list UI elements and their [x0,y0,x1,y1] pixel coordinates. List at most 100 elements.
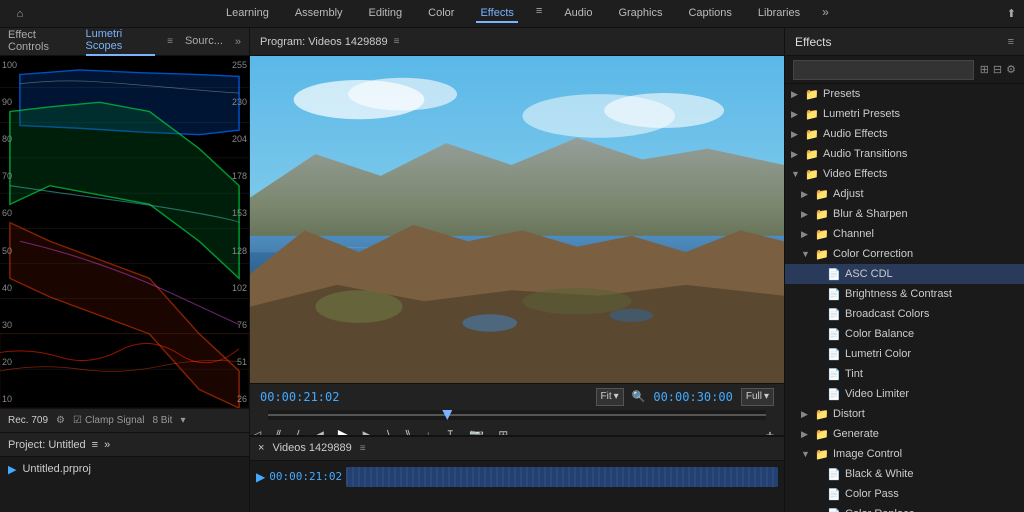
scope-labels-right: 255 230 204 178 153 128 102 76 51 26 [232,56,247,408]
scope-label-255: 255 [232,60,247,70]
scope-label-80: 80 [2,134,17,144]
video-frame [250,56,784,383]
lumetri-presets-label: Lumetri Presets [823,108,900,120]
tree-item-lumetri-color[interactable]: 📄 Lumetri Color [785,344,1024,364]
adjust-folder-icon: 📁 [815,188,829,201]
audio-transitions-label: Audio Transitions [823,148,907,160]
clip-bar-fill [346,467,778,487]
fit-dropdown[interactable]: Fit ▾ [596,388,624,406]
tree-item-video-effects[interactable]: ▼ 📁 Video Effects [785,164,1024,184]
menu-item-color[interactable]: Color [424,5,458,23]
scope-label-50: 50 [2,246,17,256]
video-limiter-label: Video Limiter [845,388,909,400]
menu-items: Learning Assembly Editing Color Effects … [44,5,1007,23]
tree-item-tint[interactable]: 📄 Tint [785,364,1024,384]
export-icon[interactable]: ⬆ [1007,7,1016,20]
clamp-signal-checkbox[interactable]: ☑ Clamp Signal [73,415,144,426]
tree-item-audio-transitions[interactable]: ▶ 📁 Audio Transitions [785,144,1024,164]
video-effects-label: Video Effects [823,168,887,180]
generate-label: Generate [833,428,879,440]
tree-item-adjust[interactable]: ▶ 📁 Adjust [785,184,1024,204]
scope-label-153: 153 [232,208,247,218]
blur-sharpen-label: Blur & Sharpen [833,208,908,220]
effects-search-input[interactable] [793,60,974,80]
current-time-code: 00:00:21:02 [260,390,339,404]
adjust-label: Adjust [833,188,864,200]
scope-settings-icon[interactable]: ⚙ [56,415,65,426]
timeline-menu-icon[interactable]: ≡ [360,443,366,454]
program-title: Program: Videos 1429889 [260,36,388,48]
tab-effect-controls[interactable]: Effect Controls [8,29,74,55]
channel-label: Channel [833,228,874,240]
top-menu-bar: ⌂ Learning Assembly Editing Color Effect… [0,0,1024,28]
menu-expand-icon[interactable]: » [822,5,829,23]
color-correction-label: Color Correction [833,248,913,260]
home-icon[interactable]: ⌂ [8,2,32,26]
scope-label-51: 51 [232,357,247,367]
timeline-play-cursor: ▶ [256,470,265,484]
menu-item-assembly[interactable]: Assembly [291,5,347,23]
tree-item-distort[interactable]: ▶ 📁 Distort [785,404,1024,424]
playback-timeline[interactable] [268,410,766,420]
tree-item-broadcast-colors[interactable]: 📄 Broadcast Colors [785,304,1024,324]
tree-item-lumetri-presets[interactable]: ▶ 📁 Lumetri Presets [785,104,1024,124]
audio-transitions-folder-icon: 📁 [805,148,819,161]
tree-item-audio-effects[interactable]: ▶ 📁 Audio Effects [785,124,1024,144]
menu-item-libraries[interactable]: Libraries [754,5,804,23]
menu-item-captions[interactable]: Captions [684,5,735,23]
menu-right-controls: ⬆ [1007,7,1016,20]
video-preview [250,56,784,383]
tree-item-color-replace[interactable]: 📄 Color Replace [785,504,1024,512]
tree-item-video-limiter[interactable]: 📄 Video Limiter [785,384,1024,404]
project-menu-icon[interactable]: ≡ [92,439,98,451]
brightness-contrast-file-icon: 📄 [827,288,841,301]
tree-item-blur-sharpen[interactable]: ▶ 📁 Blur & Sharpen [785,204,1024,224]
black-white-label: Black & White [845,468,913,480]
tab-lumetri-scopes[interactable]: Lumetri Scopes [86,28,156,56]
audio-transitions-arrow: ▶ [791,149,801,160]
menu-item-graphics[interactable]: Graphics [614,5,666,23]
scope-label-128: 128 [232,246,247,256]
scope-label-70: 70 [2,171,17,181]
tree-item-brightness-contrast[interactable]: 📄 Brightness & Contrast [785,284,1024,304]
tree-item-asc-cdl[interactable]: 📄 ASC CDL [785,264,1024,284]
bit-depth-arrow: ▾ [180,415,185,426]
project-expand-icon[interactable]: » [104,439,110,451]
asc-cdl-file-icon: 📄 [827,268,841,281]
effects-settings-icon[interactable]: ⚙ [1006,63,1016,76]
media-play-icon: ▶ [8,463,16,476]
color-pass-label: Color Pass [845,488,899,500]
tree-item-image-control[interactable]: ▼ 📁 Image Control [785,444,1024,464]
effects-panel-menu-icon[interactable]: ≡ [1008,36,1014,48]
color-correction-folder-icon: 📁 [815,248,829,261]
full-dropdown-arrow: ▾ [764,391,769,402]
brightness-contrast-label: Brightness & Contrast [845,288,952,300]
tree-item-black-white[interactable]: 📄 Black & White [785,464,1024,484]
program-menu-icon[interactable]: ≡ [394,36,400,47]
scope-label-10: 10 [2,394,17,404]
tree-item-color-balance[interactable]: 📄 Color Balance [785,324,1024,344]
tree-item-channel[interactable]: ▶ 📁 Channel [785,224,1024,244]
menu-item-learning[interactable]: Learning [222,5,273,23]
panel-expand-icon[interactable]: » [235,36,241,48]
scope-label-30: 30 [2,320,17,330]
tree-item-color-correction[interactable]: ▼ 📁 Color Correction [785,244,1024,264]
menu-item-effects[interactable]: Effects [476,5,517,23]
bit-depth-dropdown[interactable]: 8 Bit [152,415,172,426]
project-item[interactable]: ▶ Untitled.prproj [0,457,249,481]
tree-item-presets[interactable]: ▶ 📁 Presets [785,84,1024,104]
full-dropdown[interactable]: Full ▾ [741,388,774,406]
zoom-icon[interactable]: 🔍 [632,390,646,403]
timeline-clip-bar[interactable] [346,467,778,487]
effects-search-bar: ⊞ ⊟ ⚙ [785,56,1024,84]
effects-grid-icon[interactable]: ⊟ [993,63,1002,76]
scope-display: 100 90 80 70 60 50 40 30 20 10 255 230 2… [0,56,249,408]
presets-label: Presets [823,88,860,100]
tree-item-color-pass[interactable]: 📄 Color Pass [785,484,1024,504]
menu-item-audio[interactable]: Audio [560,5,596,23]
tree-item-generate[interactable]: ▶ 📁 Generate [785,424,1024,444]
tab-source[interactable]: Sourc... [185,35,223,49]
effects-list-icon[interactable]: ⊞ [980,63,989,76]
sequence-indicator: × [258,442,264,454]
menu-item-editing[interactable]: Editing [365,5,407,23]
